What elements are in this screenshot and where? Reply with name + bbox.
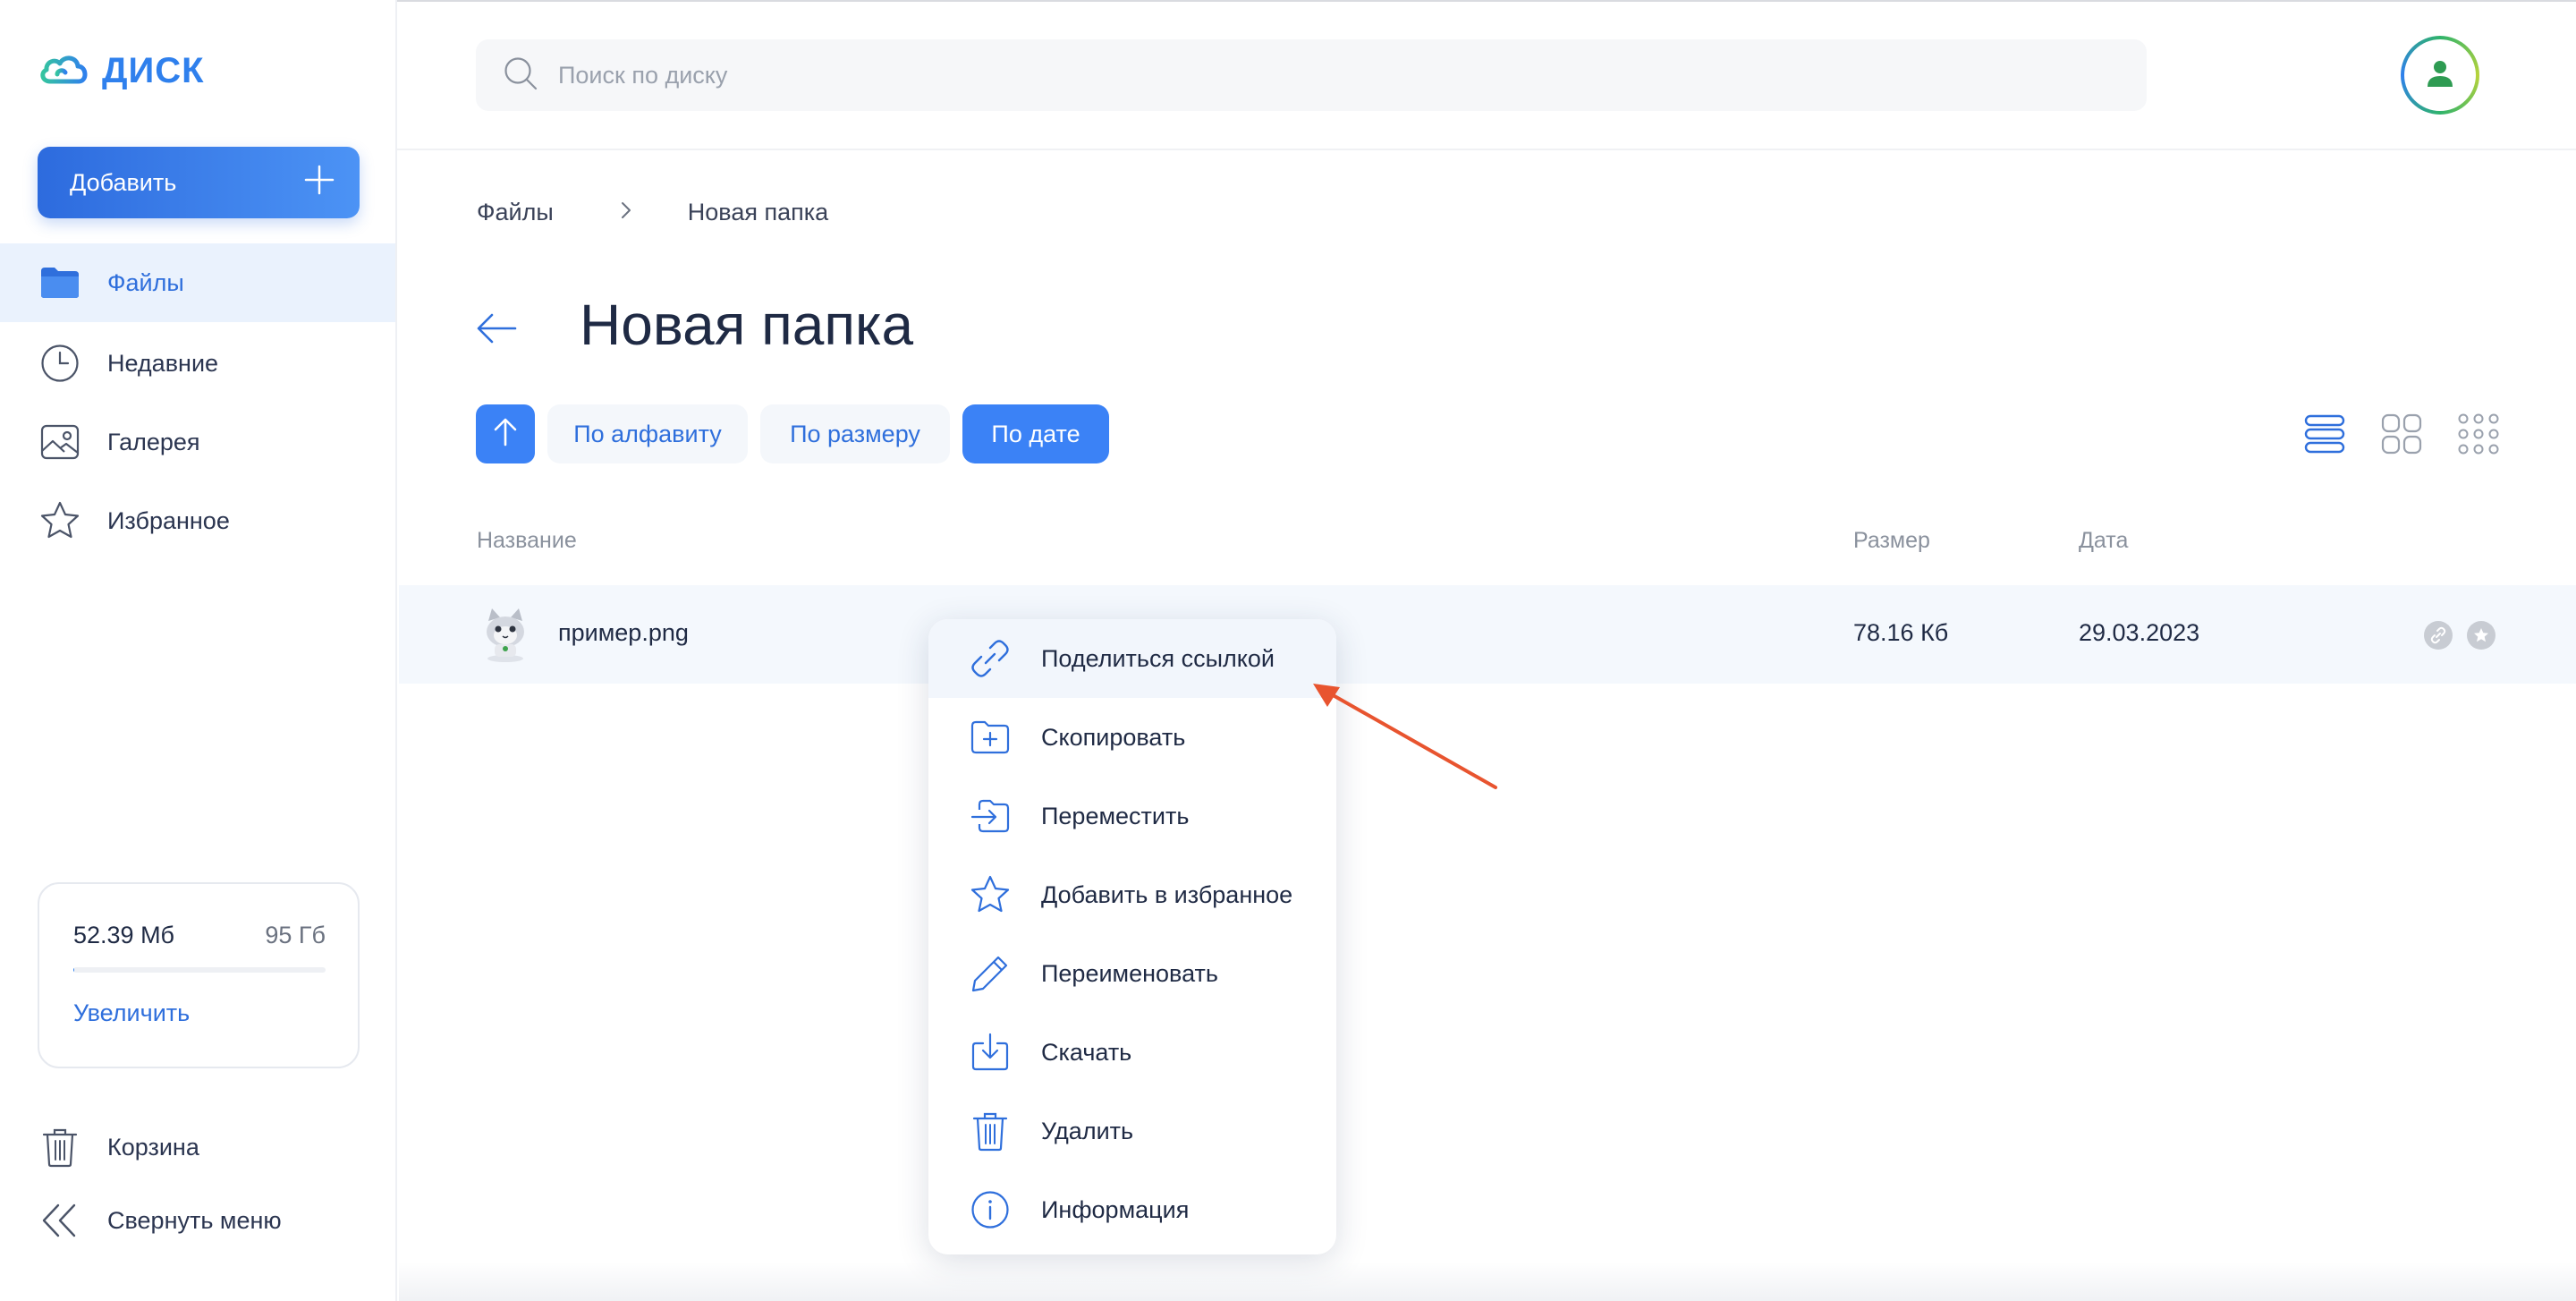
bottom-fade [399, 1262, 2576, 1301]
sort-alphabet-button[interactable]: По алфавиту [547, 404, 748, 463]
menu-item-label: Поделиться ссылкой [1041, 644, 1275, 672]
upgrade-storage-link[interactable]: Увеличить [73, 999, 190, 1027]
menu-item-label: Скопировать [1041, 723, 1186, 751]
collapse-icon [39, 1200, 80, 1241]
menu-item-label: Переместить [1041, 802, 1190, 829]
sidebar-item-label: Галерея [107, 428, 200, 455]
table-row[interactable]: пример.png 78.16 Кб 29.03.2023 [399, 585, 2576, 684]
folder-plus-icon [970, 717, 1011, 758]
file-date: 29.03.2023 [2079, 619, 2200, 646]
menu-item-label: Добавить в избранное [1041, 880, 1293, 908]
share-link-icon[interactable] [2424, 621, 2453, 650]
sidebar-item-label: Свернуть меню [107, 1206, 282, 1234]
menu-item-info[interactable]: Информация [928, 1170, 1336, 1249]
list-view-icon[interactable] [2301, 410, 2349, 458]
menu-item-delete[interactable]: Удалить [928, 1092, 1336, 1170]
sidebar-item-files[interactable]: Файлы [0, 243, 395, 322]
clock-icon [39, 343, 80, 384]
add-button[interactable]: Добавить [38, 147, 360, 218]
back-button[interactable] [474, 308, 519, 349]
logo-text: ДИСК [102, 50, 205, 90]
sort-direction-button[interactable] [476, 404, 535, 463]
gallery-icon [39, 421, 80, 463]
column-header-date[interactable]: Дата [2079, 528, 2128, 554]
search-input[interactable] [558, 61, 2079, 89]
sidebar-item-favorites[interactable]: Избранное [0, 481, 395, 560]
star-icon [39, 500, 80, 541]
move-icon [970, 795, 1011, 837]
menu-item-share-link[interactable]: Поделиться ссылкой [928, 619, 1336, 698]
user-icon [2425, 58, 2455, 93]
star-icon [970, 874, 1011, 915]
context-menu: Поделиться ссылкой Скопировать Перемести… [928, 619, 1336, 1254]
page-title: Новая папка [580, 293, 914, 357]
arrow-up-icon [492, 417, 519, 452]
sidebar-item-label: Файлы [107, 268, 184, 296]
menu-item-label: Удалить [1041, 1117, 1134, 1144]
trash-icon [970, 1110, 1011, 1152]
storage-total: 95 Гб [265, 922, 326, 948]
file-size: 78.16 Кб [1853, 619, 1949, 646]
collapse-menu-button[interactable]: Свернуть меню [0, 1181, 395, 1260]
sidebar-item-trash[interactable]: Корзина [0, 1108, 395, 1186]
add-button-label: Добавить [70, 168, 177, 196]
file-name: пример.png [558, 619, 689, 646]
sidebar-item-label: Недавние [107, 349, 219, 377]
trash-icon [39, 1127, 80, 1168]
chevron-right-icon [620, 199, 632, 226]
arrow-left-icon [474, 313, 519, 353]
grid-view-icon[interactable] [2377, 410, 2426, 458]
avatar[interactable] [2401, 36, 2479, 115]
storage-progress-bar [73, 967, 326, 973]
menu-item-label: Переименовать [1041, 959, 1218, 987]
menu-item-download[interactable]: Скачать [928, 1013, 1336, 1092]
small-grid-view-icon[interactable] [2454, 410, 2503, 458]
sidebar-item-label: Избранное [107, 506, 230, 534]
menu-item-label: Информация [1041, 1195, 1190, 1223]
menu-item-rename[interactable]: Переименовать [928, 934, 1336, 1013]
storage-used: 52.39 Мб [73, 922, 175, 948]
column-header-name[interactable]: Название [477, 528, 577, 554]
sidebar: ДИСК Добавить Файлы Недавние Галерея Изб… [0, 0, 397, 1301]
breadcrumb: Файлы Новая папка [477, 199, 828, 226]
sidebar-item-recent[interactable]: Недавние [0, 324, 395, 403]
storage-widget: 52.39 Мб 95 Гб Увеличить [38, 882, 360, 1068]
logo[interactable]: ДИСК [38, 48, 205, 93]
download-icon [970, 1032, 1011, 1073]
file-thumbnail [476, 605, 535, 664]
menu-item-copy[interactable]: Скопировать [928, 698, 1336, 777]
plus-icon [304, 165, 335, 201]
storage-progress-fill [73, 967, 74, 973]
sidebar-item-label: Корзина [107, 1133, 199, 1161]
search-icon [503, 55, 538, 96]
folder-icon [39, 262, 80, 303]
pencil-icon [970, 953, 1011, 994]
menu-item-label: Скачать [1041, 1038, 1132, 1066]
annotation-arrow-icon [1313, 684, 1497, 789]
menu-item-add-favorite[interactable]: Добавить в избранное [928, 855, 1336, 934]
sidebar-item-gallery[interactable]: Галерея [0, 403, 395, 481]
search-bar[interactable] [476, 39, 2147, 111]
sort-size-button[interactable]: По размеру [760, 404, 950, 463]
sort-date-button[interactable]: По дате [962, 404, 1109, 463]
breadcrumb-item-files[interactable]: Файлы [477, 199, 554, 226]
link-icon [970, 638, 1011, 679]
info-icon [970, 1189, 1011, 1230]
breadcrumb-item-current[interactable]: Новая папка [688, 199, 828, 226]
cloud-icon [38, 53, 91, 89]
favorite-star-icon[interactable] [2467, 621, 2496, 650]
header-divider [397, 149, 2576, 150]
menu-item-move[interactable]: Переместить [928, 777, 1336, 855]
column-header-size[interactable]: Размер [1853, 528, 1930, 554]
